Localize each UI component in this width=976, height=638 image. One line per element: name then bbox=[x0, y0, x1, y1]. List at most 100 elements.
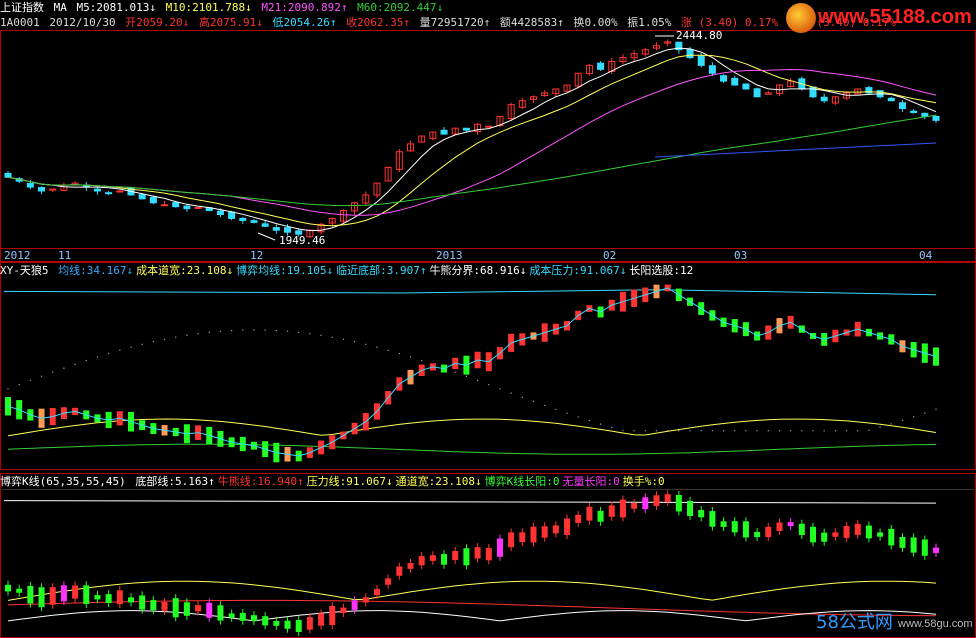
boyi-candle-body bbox=[362, 597, 369, 603]
candle-body bbox=[921, 112, 929, 117]
boyi-candle-body bbox=[441, 554, 448, 565]
candle-body bbox=[708, 65, 716, 74]
indicator-bar bbox=[5, 397, 11, 416]
high-value: 高2075.91 bbox=[198, 16, 257, 29]
boyi-candle-body bbox=[16, 588, 23, 593]
boyi-candle-body bbox=[664, 494, 671, 502]
high-arrow: ↓ bbox=[256, 16, 263, 29]
boyi-candle-body bbox=[262, 616, 269, 626]
low-price-label: 1949.46 bbox=[279, 234, 325, 247]
ma-label: MA bbox=[53, 1, 67, 14]
candle-body bbox=[138, 194, 146, 200]
high-price-label: 2444.80 bbox=[676, 29, 722, 42]
ma60-line bbox=[7, 114, 937, 207]
band-top-line bbox=[3, 289, 937, 296]
dotted-line-point bbox=[789, 430, 792, 432]
boyi-candle-body bbox=[49, 587, 56, 605]
dotted-line-point bbox=[924, 412, 926, 414]
boyi-candle-body bbox=[83, 585, 90, 604]
pressure-line bbox=[3, 500, 937, 504]
panel3-item-3: 通道宽:23.108↓ bbox=[395, 475, 482, 488]
candle-body bbox=[194, 206, 202, 209]
boyi-candle-body bbox=[888, 528, 895, 546]
boyi-candle-body bbox=[228, 613, 235, 618]
candle-body bbox=[149, 196, 157, 204]
panel3-item-5: 无量长阳:0 bbox=[562, 475, 620, 488]
dotted-line-point bbox=[242, 329, 244, 331]
dotted-line-point bbox=[845, 430, 848, 432]
dotted-line-point bbox=[141, 343, 143, 346]
low-arrow: ↑ bbox=[329, 16, 337, 29]
bottom-line bbox=[7, 610, 937, 622]
dotted-line-point bbox=[208, 331, 210, 334]
dotted-line-point bbox=[342, 338, 345, 341]
boyi-candle-body bbox=[94, 595, 101, 600]
boyi-candle-body bbox=[921, 539, 928, 556]
m21-value: M21:2090.892 bbox=[261, 1, 341, 14]
change-value: 涨 (3.40) 0.17% bbox=[681, 16, 779, 29]
boyi-candle-body bbox=[60, 585, 67, 602]
candle-body bbox=[932, 115, 940, 121]
dotted-line-point bbox=[409, 356, 412, 358]
dotted-line-point bbox=[823, 430, 825, 432]
site-logo-icon bbox=[786, 3, 816, 33]
panel3-item-4: 博弈K线长阳:0 bbox=[484, 475, 560, 488]
boyi-candle-body bbox=[105, 594, 112, 604]
candle-body bbox=[161, 204, 169, 207]
dotted-line-point bbox=[566, 412, 568, 415]
boyi-candle-body bbox=[698, 510, 705, 518]
dotted-line-point bbox=[834, 430, 837, 432]
dotted-line-point bbox=[689, 430, 691, 432]
dotted-line-point bbox=[611, 426, 613, 429]
dotted-line-point bbox=[309, 333, 311, 335]
boyi-candle-body bbox=[295, 620, 302, 632]
main-price-panel: 2444.80 1949.46 bbox=[4, 29, 940, 247]
dotted-line-point bbox=[52, 371, 54, 373]
dotted-line-point bbox=[912, 416, 915, 418]
close-arrow: ↑ bbox=[403, 16, 411, 29]
dotted-line-point bbox=[655, 430, 658, 432]
date-label: 12 bbox=[250, 249, 264, 262]
dotted-line-point bbox=[353, 341, 356, 343]
candle-body bbox=[272, 227, 280, 231]
dotted-line-point bbox=[230, 329, 233, 332]
boyi-candle-body bbox=[787, 522, 794, 527]
boyi-candle-body bbox=[765, 526, 772, 538]
dotted-line-point bbox=[74, 363, 76, 366]
ma21-line bbox=[7, 68, 937, 216]
candle-body bbox=[720, 75, 728, 82]
boyi-candle-body bbox=[933, 547, 939, 553]
dotted-line-point bbox=[376, 346, 378, 348]
candle-body bbox=[820, 96, 828, 102]
boyi-candle-body bbox=[552, 525, 559, 534]
dotted-line-point bbox=[778, 430, 781, 432]
candle-body bbox=[105, 192, 113, 195]
open-value: 开2059.20 bbox=[125, 16, 183, 29]
boyi-candle-body bbox=[150, 600, 157, 611]
boyi-candle-body bbox=[329, 606, 336, 626]
dotted-line-point bbox=[454, 371, 456, 373]
dotted-line-point bbox=[365, 343, 367, 346]
site-logo-text: www.55188.com bbox=[818, 6, 972, 28]
bottom-line bbox=[7, 443, 937, 455]
boyi-candle-body bbox=[754, 532, 761, 538]
m60-arrow: ↓ bbox=[436, 1, 444, 14]
boyi-candle-body bbox=[731, 521, 738, 533]
dotted-line-point bbox=[96, 356, 99, 358]
dotted-line-point bbox=[722, 430, 725, 432]
dotted-line-point bbox=[700, 430, 702, 432]
boyi-candle-body bbox=[496, 538, 503, 557]
candle-body bbox=[440, 129, 448, 135]
boyi-candle-body bbox=[206, 602, 213, 618]
panel-frames bbox=[0, 30, 976, 638]
low-value: 低2054.26 bbox=[272, 16, 330, 29]
boyi-candle-body bbox=[217, 605, 224, 621]
dotted-line-point bbox=[857, 430, 859, 432]
boyi-candle-body bbox=[38, 587, 45, 608]
dotted-line-point bbox=[186, 334, 188, 337]
boyi-kline-panel bbox=[3, 490, 939, 636]
candle-body bbox=[183, 205, 191, 210]
dotted-line-point bbox=[320, 334, 322, 337]
candle-body bbox=[910, 110, 918, 113]
date-label: 11 bbox=[58, 249, 72, 262]
